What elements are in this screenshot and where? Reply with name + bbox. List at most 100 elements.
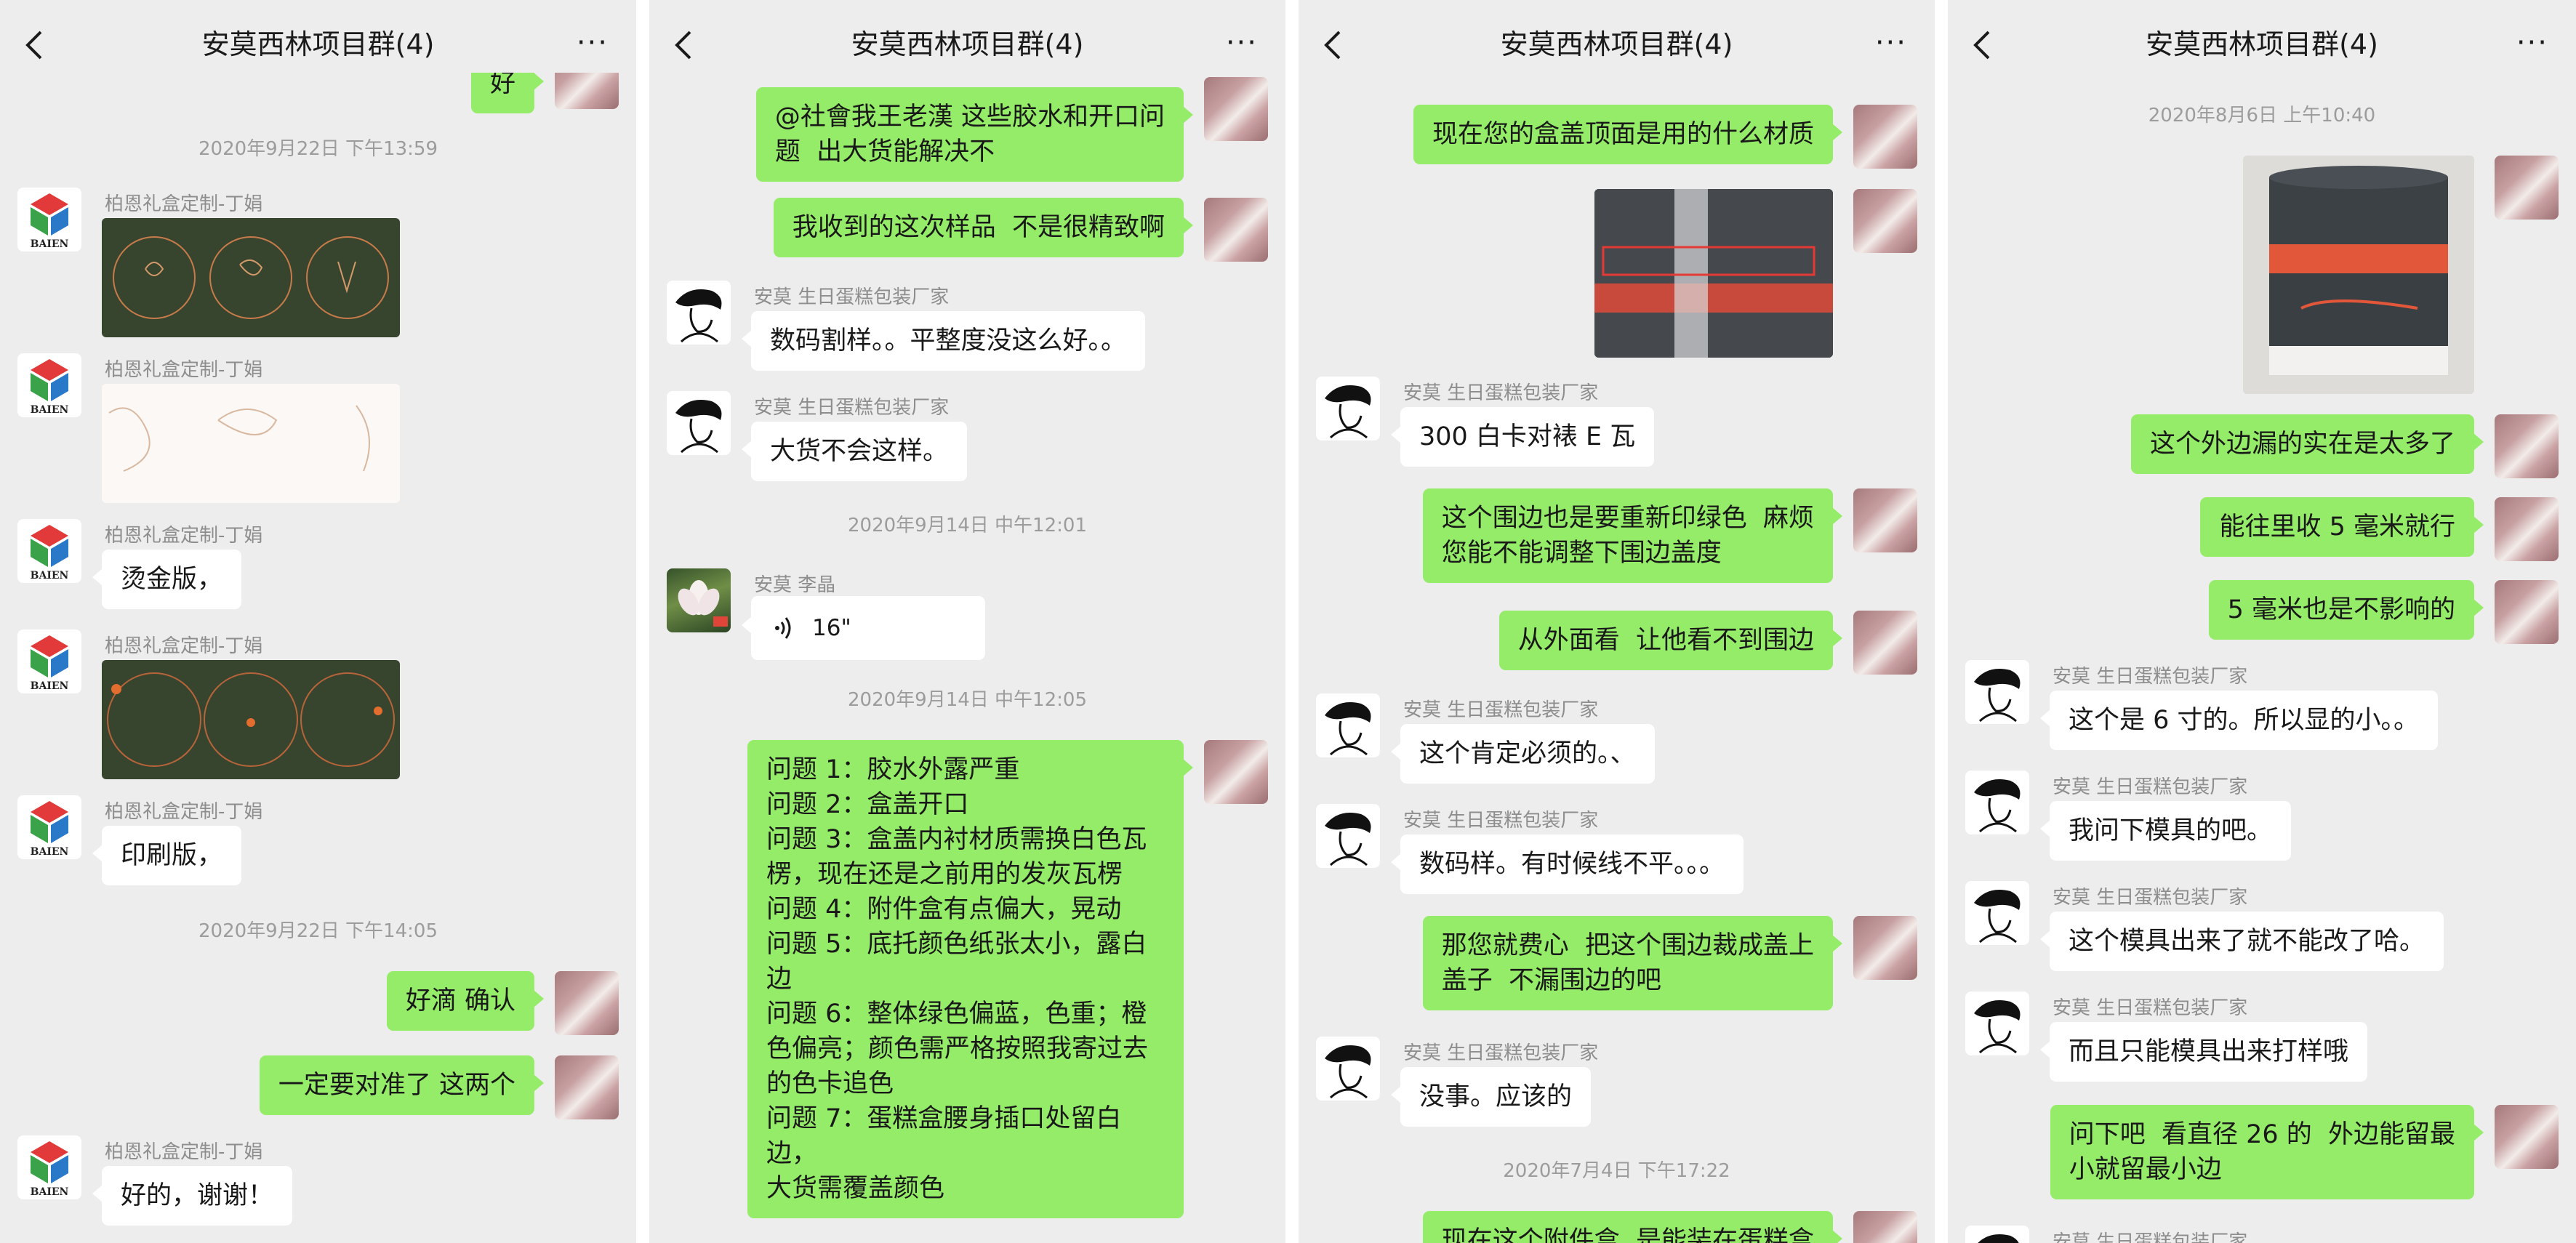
incoming-bubble[interactable]: 印刷版， — [92, 826, 242, 885]
incoming-bubble[interactable]: 而且只能模具出来打样哦 — [2039, 1022, 2368, 1082]
sender-name: 安莫 生日蛋糕包装厂家 — [1403, 382, 1599, 404]
outgoing-bubble[interactable]: 好滴 确认 — [386, 971, 545, 1031]
outgoing-bubble[interactable]: @社會我王老漢 这些胶水和开口问 题 出大货能解决不 — [755, 87, 1194, 182]
message-list[interactable]: @社會我王老漢 这些胶水和开口问 题 出大货能解决不 我收到的这次样品 不是很精… — [649, 73, 1285, 1243]
avatar[interactable] — [1853, 611, 1917, 675]
incoming-bubble[interactable]: 没事。应该的 — [1390, 1067, 1592, 1127]
avatar[interactable] — [667, 281, 731, 345]
message-list[interactable]: 2020年8月6日 上午10:40 这个外边漏的实在是太多了 能往里收 5 毫米… — [1948, 73, 2576, 1243]
outgoing-bubble[interactable]: 能往里收 5 毫米就行 — [2200, 497, 2484, 557]
timestamp: 2020年8月6日 上午10:40 — [2148, 105, 2376, 126]
avatar[interactable]: BAIEN — [17, 629, 81, 693]
avatar[interactable] — [2495, 414, 2559, 478]
outgoing-bubble[interactable]: 问下吧 看直径 26 的 外边能留最 小就留最小边 — [2050, 1105, 2484, 1199]
avatar[interactable] — [1853, 189, 1917, 253]
outgoing-bubble[interactable]: 那您就费心 把这个围边裁成盖上 盖子 不漏围边的吧 — [1422, 916, 1843, 1010]
incoming-bubble[interactable]: 烫金版， — [92, 550, 242, 609]
incoming-bubble[interactable]: 数码割样。。平整度没这么好。。 — [741, 311, 1146, 371]
image-message[interactable] — [102, 660, 400, 779]
avatar[interactable] — [1316, 1037, 1380, 1101]
avatar[interactable] — [1204, 740, 1268, 804]
avatar[interactable] — [667, 568, 731, 632]
sender-name: 安莫 生日蛋糕包装厂家 — [754, 286, 950, 308]
more-options-icon[interactable]: ··· — [1875, 28, 1907, 57]
avatar[interactable] — [555, 73, 619, 109]
avatar[interactable] — [1204, 198, 1268, 262]
chat-title: 安莫西林项目群(4) — [851, 28, 1084, 60]
timestamp: 2020年7月4日 下午17:22 — [1503, 1160, 1730, 1182]
avatar[interactable]: BAIEN — [17, 1135, 81, 1199]
image-message[interactable] — [102, 384, 400, 503]
avatar[interactable] — [1316, 804, 1380, 868]
avatar[interactable]: BAIEN — [17, 353, 81, 417]
chat-title: 安莫西林项目群(4) — [2146, 28, 2378, 60]
avatar[interactable] — [1316, 377, 1380, 441]
outgoing-bubble[interactable]: 好 — [470, 73, 545, 113]
baien-logo-icon: BAIEN — [31, 525, 69, 582]
outgoing-bubble[interactable]: 这个围边也是要重新印绿色 麻烦 您能不能调整下围边盖度 — [1422, 488, 1843, 583]
sketch-portrait-icon — [1978, 1234, 2019, 1243]
avatar[interactable] — [1965, 1226, 2029, 1243]
outgoing-bubble[interactable]: 一定要对准了 这两个 — [259, 1055, 545, 1115]
avatar[interactable] — [1204, 77, 1268, 141]
more-options-icon[interactable]: ··· — [2516, 28, 2548, 57]
sender-name: 柏恩礼盒定制-丁娟 — [105, 635, 263, 657]
incoming-bubble[interactable]: 大货不会这样。 — [741, 422, 968, 481]
image-message[interactable] — [102, 218, 400, 337]
svg-text:BAIEN: BAIEN — [31, 238, 69, 250]
avatar[interactable] — [2495, 497, 2559, 561]
sketch-portrait-icon — [1974, 890, 2021, 944]
avatar[interactable] — [2495, 1105, 2559, 1169]
sender-name: 安莫 李晶 — [754, 574, 836, 596]
outgoing-bubble[interactable]: 现在这个附件盒 是能装在蛋糕盒 — [1422, 1211, 1843, 1243]
outgoing-bubble[interactable]: 这个外边漏的实在是太多了 — [2130, 414, 2484, 474]
avatar[interactable] — [555, 1055, 619, 1119]
sketch-portrait-icon — [675, 400, 722, 454]
avatar[interactable] — [2495, 156, 2559, 220]
more-options-icon[interactable]: ··· — [577, 28, 609, 57]
avatar[interactable] — [2495, 580, 2559, 644]
image-message[interactable] — [2243, 156, 2474, 394]
incoming-bubble[interactable]: 这个模具出来了就不能改了哈。 — [2039, 912, 2444, 971]
avatar[interactable] — [1853, 916, 1917, 980]
avatar[interactable] — [667, 391, 731, 455]
voice-message[interactable]: 16" — [742, 596, 985, 660]
avatar[interactable]: BAIEN — [17, 188, 81, 252]
avatar[interactable] — [1965, 771, 2029, 834]
sender-name: 柏恩礼盒定制-丁娟 — [105, 193, 263, 215]
incoming-bubble[interactable]: 这个肯定必须的。、 — [1391, 724, 1655, 784]
sender-name: 安莫 生日蛋糕包装厂家 — [1403, 1042, 1599, 1064]
avatar[interactable] — [1965, 881, 2029, 945]
svg-text:BAIEN: BAIEN — [31, 846, 69, 858]
design-preview-image — [108, 405, 370, 472]
svg-text:BAIEN: BAIEN — [31, 680, 69, 692]
outgoing-bubble[interactable]: 5 毫米也是不影响的 — [2208, 580, 2484, 640]
outgoing-bubble[interactable]: 现在您的盒盖顶面是用的什么材质 — [1413, 105, 1843, 164]
sender-name: 安莫 生日蛋糕包装厂家 — [2053, 997, 2248, 1019]
timestamp: 2020年9月14日 中午12:05 — [848, 689, 1087, 711]
avatar[interactable] — [1965, 991, 2029, 1055]
avatar[interactable]: BAIEN — [17, 519, 81, 583]
avatar[interactable] — [555, 971, 619, 1035]
avatar[interactable] — [1316, 693, 1380, 757]
avatar[interactable] — [1853, 105, 1917, 169]
avatar[interactable] — [1853, 488, 1917, 552]
sender-name: 柏恩礼盒定制-丁娟 — [105, 1141, 263, 1163]
more-options-icon[interactable]: ··· — [1226, 28, 1258, 57]
message-list[interactable]: 好 2020年9月22日 下午13:59 BAIEN 柏恩礼盒定制-丁娟 BAI… — [0, 73, 636, 1243]
incoming-bubble[interactable]: 300 白卡对裱 E 瓦 — [1390, 407, 1655, 467]
avatar[interactable]: BAIEN — [17, 795, 81, 859]
avatar[interactable] — [1853, 1211, 1917, 1243]
outgoing-bubble[interactable]: 从外面看 让他看不到围边 — [1498, 611, 1843, 670]
outgoing-bubble[interactable]: 我收到的这次样品 不是很精致啊 — [773, 198, 1194, 257]
svg-text:BAIEN: BAIEN — [31, 404, 69, 416]
avatar[interactable] — [1965, 660, 2029, 724]
image-message[interactable] — [1594, 189, 1833, 358]
incoming-bubble[interactable]: 我问下模具的吧。 — [2039, 801, 2292, 861]
message-list[interactable]: 现在您的盒盖顶面是用的什么材质 安莫 生日蛋糕包装厂家 300 白卡对裱 E 瓦… — [1299, 73, 1935, 1243]
outgoing-bubble[interactable]: 问题 1：胶水外露严重 问题 2：盒盖开口 问题 3：盒盖内衬材质需换白色瓦 楞… — [747, 740, 1193, 1218]
incoming-bubble[interactable]: 好的，谢谢！ — [92, 1166, 293, 1226]
sender-name: 柏恩礼盒定制-丁娟 — [105, 359, 263, 381]
incoming-bubble[interactable]: 这个是 6 寸的。所以显的小。。 — [2039, 691, 2439, 750]
incoming-bubble[interactable]: 数码样。有时候线不平。。。 — [1390, 834, 1744, 894]
